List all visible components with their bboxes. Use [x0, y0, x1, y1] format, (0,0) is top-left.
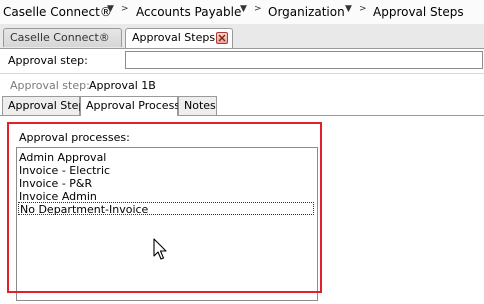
tab-approval-process[interactable]: Approval Process — [80, 96, 181, 116]
chevron-down-icon[interactable]: ▼ — [345, 4, 352, 14]
tab-approval-steps[interactable]: Approval Steps — [125, 28, 233, 48]
chevron-right-icon: > — [254, 4, 262, 14]
approval-step-readonly-value: Approval 1B — [89, 79, 156, 92]
chevron-right-icon: > — [121, 4, 129, 14]
breadcrumb-approval-steps[interactable]: Approval Steps — [373, 5, 464, 19]
breadcrumb-accounts-payable[interactable]: Accounts Payable — [136, 5, 241, 19]
tab-notes-label: Notes — [184, 99, 216, 112]
inner-tab-bar: Approval Step Approval Process Notes — [0, 95, 484, 116]
tab-notes[interactable]: Notes — [178, 96, 217, 115]
tab-approval-steps-label: Approval Steps — [132, 31, 216, 44]
approval-step-label: Approval step: — [8, 54, 88, 67]
mouse-pointer-icon — [153, 238, 169, 265]
breadcrumb-organization[interactable]: Organization — [268, 5, 345, 19]
chevron-down-icon[interactable]: ▼ — [240, 4, 247, 14]
highlight-box — [7, 122, 322, 293]
tab-caselle-connect-label: Caselle Connect® — [10, 31, 110, 44]
tab-approval-process-label: Approval Process — [86, 99, 181, 112]
breadcrumb-caselle-connect[interactable]: Caselle Connect® — [3, 5, 112, 19]
breadcrumb: Caselle Connect® ▼ > Accounts Payable ▼ … — [0, 0, 484, 25]
chevron-right-icon: > — [359, 4, 367, 14]
chevron-down-icon[interactable]: ▼ — [107, 4, 114, 14]
document-tab-bar: Caselle Connect® Approval Steps — [0, 24, 484, 49]
tab-approval-step[interactable]: Approval Step — [2, 96, 85, 115]
tab-approval-step-label: Approval Step — [8, 99, 86, 112]
close-icon[interactable] — [216, 32, 228, 44]
approval-step-row: Approval step: — [0, 49, 484, 74]
approval-step-input[interactable] — [125, 51, 483, 69]
approval-step-readonly-label: Approval step: — [10, 79, 90, 92]
tab-caselle-connect[interactable]: Caselle Connect® — [3, 28, 122, 47]
